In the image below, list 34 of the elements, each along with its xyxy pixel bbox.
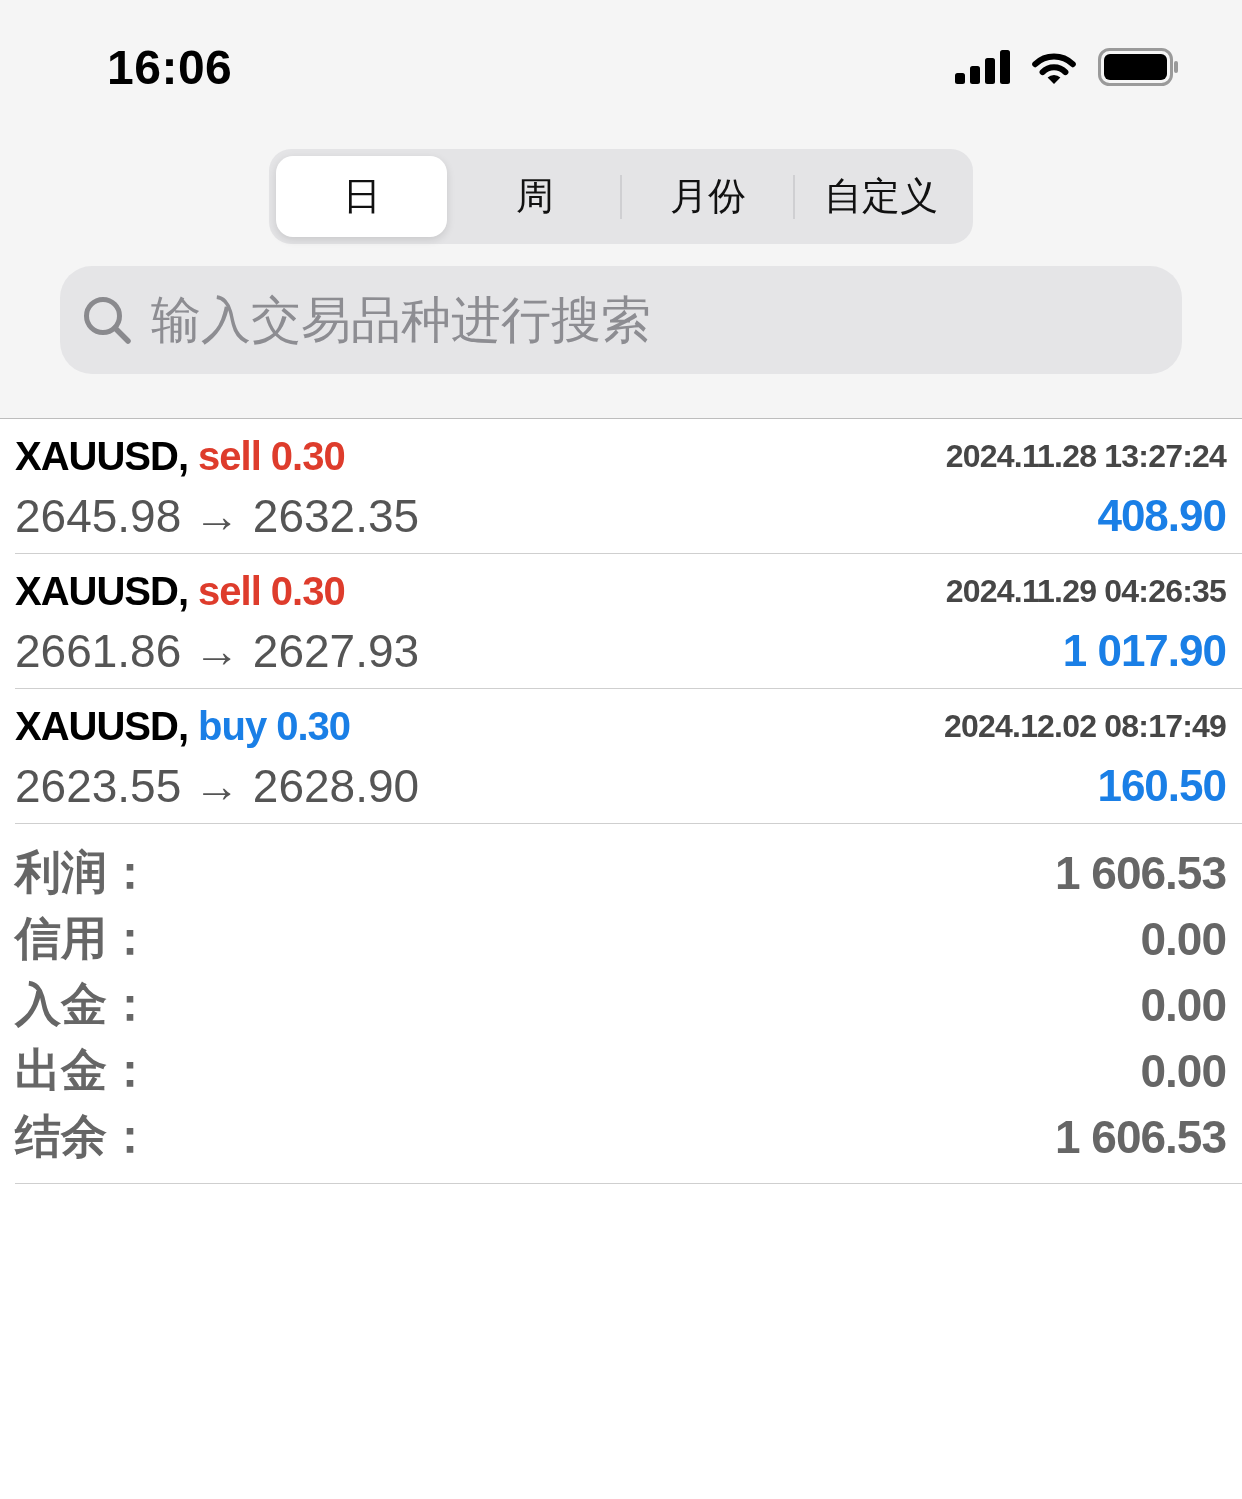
signal-icon	[955, 50, 1010, 84]
trade-order: sell 0.30	[198, 433, 345, 479]
summary-label: 信用：	[15, 911, 153, 966]
trade-time: 2024.11.28 13:27:24	[945, 437, 1226, 475]
summary-label: 出金：	[15, 1043, 153, 1098]
trade-profit: 160.50	[1097, 761, 1226, 811]
summary-value: 0.00	[1140, 978, 1226, 1032]
search-icon	[83, 296, 131, 345]
summary-value: 1 606.53	[1054, 846, 1226, 900]
trade-profit: 1 017.90	[1062, 626, 1226, 676]
trade-prices: 2623.55 → 2628.90	[15, 759, 420, 813]
tab[interactable]: 日	[276, 156, 447, 237]
tab[interactable]: 周	[449, 156, 620, 237]
trade-prices: 2661.86 → 2627.93	[15, 624, 420, 678]
status-time: 16:06	[107, 39, 233, 95]
summary-label: 利润：	[15, 845, 153, 900]
summary-label: 结余：	[15, 1109, 153, 1164]
summary-value: 1 606.53	[1054, 1110, 1226, 1164]
trade-prices: 2645.98 → 2632.35	[15, 489, 420, 543]
trade-order: buy 0.30	[198, 703, 351, 749]
summary-label: 入金：	[15, 977, 153, 1032]
search-field[interactable]: 输入交易品种进行搜索	[60, 266, 1182, 374]
summary-value: 0.00	[1140, 1044, 1226, 1098]
trade-order: sell 0.30	[198, 568, 345, 614]
summary-value: 0.00	[1140, 912, 1226, 966]
trade-profit: 408.90	[1097, 491, 1226, 541]
trade-symbol: XAUUSD,	[15, 703, 189, 749]
battery-icon	[1098, 48, 1178, 86]
trade-symbol: XAUUSD,	[15, 568, 189, 614]
tab[interactable]: 月份	[622, 156, 793, 237]
trade-time: 2024.11.29 04:26:35	[945, 572, 1226, 610]
trade-symbol: XAUUSD,	[15, 433, 189, 479]
trade-time: 2024.12.02 08:17:49	[944, 707, 1226, 745]
tab[interactable]: 自定义	[795, 156, 966, 237]
